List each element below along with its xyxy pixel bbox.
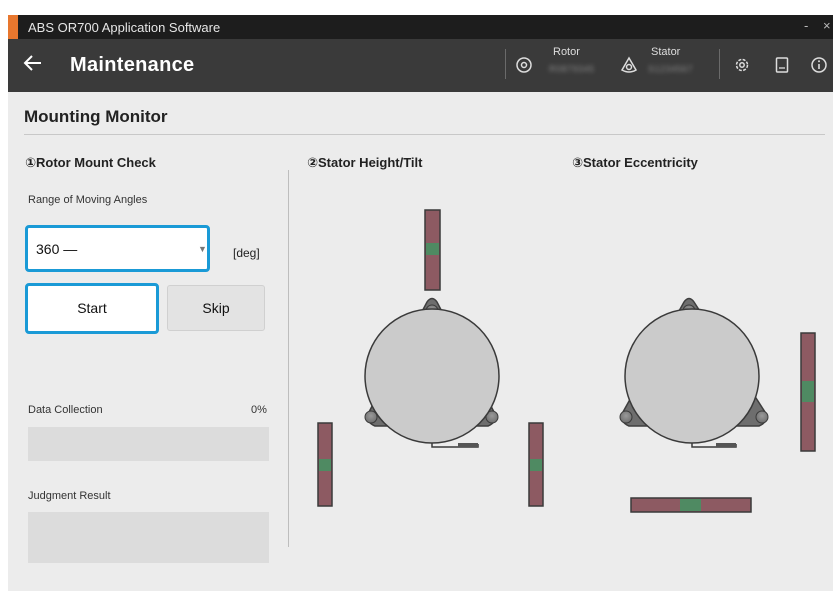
- minimize-button[interactable]: -: [804, 18, 808, 33]
- application-window: ABS OR700 Application Software - × Maint…: [8, 15, 833, 591]
- gauge-ok-zone: [530, 459, 542, 471]
- bolt-icon: [755, 410, 769, 424]
- stator-disk: [364, 308, 500, 444]
- document-icon[interactable]: [773, 56, 791, 74]
- app-accent-stripe: [8, 15, 18, 39]
- header-divider: [719, 49, 720, 79]
- close-button[interactable]: ×: [823, 18, 831, 33]
- stator-height-diagram: [317, 209, 544, 507]
- main-content: Mounting Monitor ①Rotor Mount Check Rang…: [8, 92, 833, 591]
- rotor-label: Rotor: [553, 46, 580, 58]
- header-divider: [505, 49, 506, 79]
- mounting-diagrams: [317, 209, 816, 513]
- info-icon[interactable]: [810, 56, 828, 74]
- page-header: Maintenance Rotor R0879345 Stator S12345…: [8, 39, 833, 92]
- cable-connector: [458, 443, 478, 447]
- arrow-left-icon[interactable]: [22, 52, 44, 74]
- rotor-icon: [516, 57, 532, 73]
- stator-disk: [624, 308, 760, 444]
- gauge-ok-zone: [319, 459, 331, 471]
- stator-icon: [620, 56, 638, 73]
- stator-eccentricity-diagram: [619, 297, 816, 513]
- gauge-ok-zone: [802, 381, 814, 402]
- gauge-ok-zone: [426, 243, 439, 255]
- cable-connector: [716, 443, 736, 447]
- app-title: ABS OR700 Application Software: [28, 20, 221, 35]
- stator-label: Stator: [651, 46, 681, 58]
- rotor-serial: R0879345: [549, 64, 595, 74]
- settings-icon[interactable]: [733, 56, 751, 74]
- stator-serial: S1234567: [648, 64, 694, 74]
- title-bar: ABS OR700 Application Software - ×: [8, 15, 833, 39]
- bolt-icon: [619, 410, 633, 424]
- page-title: Maintenance: [70, 54, 195, 76]
- gauge-ok-zone: [680, 499, 701, 511]
